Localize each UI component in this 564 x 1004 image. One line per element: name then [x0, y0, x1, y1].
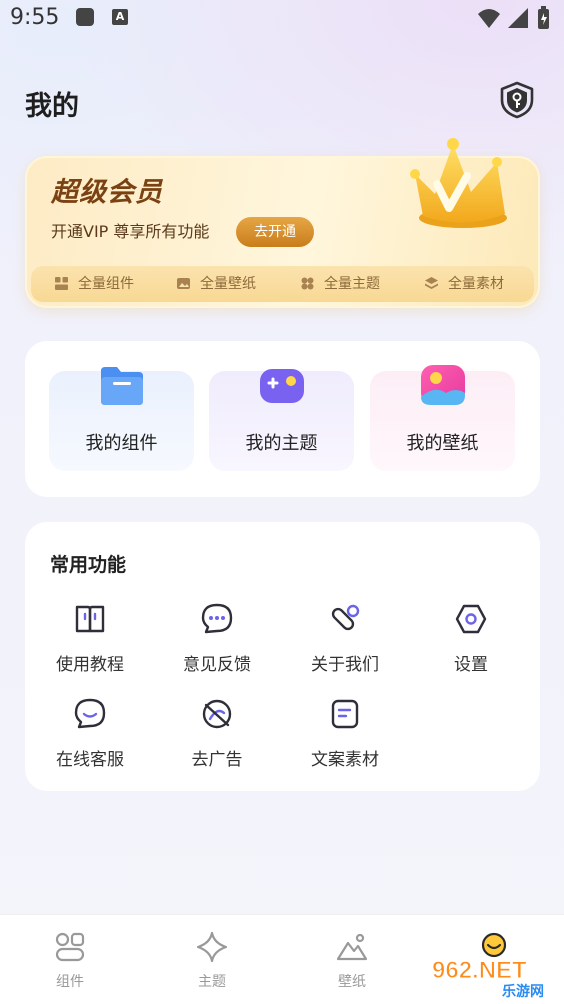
- feedback-label: 意见反馈: [183, 655, 251, 675]
- vip-title: 超级会员: [51, 177, 163, 208]
- section-title: 常用功能: [50, 554, 127, 576]
- settings-hexagon-icon: [455, 604, 487, 634]
- feature-label: 全量主题: [324, 276, 380, 292]
- clover-icon: [301, 277, 314, 290]
- online-support-label: 在线客服: [56, 750, 124, 770]
- nav-widgets[interactable]: 组件: [30, 931, 110, 991]
- tutorial-label: 使用教程: [56, 655, 124, 675]
- common-functions-card: 常用功能 使用教程 意见反馈 关于我们 设置 在线客服 去广告 文案素材: [25, 522, 540, 791]
- crown-icon: [410, 138, 507, 228]
- no-ads-icon: [202, 699, 232, 729]
- image-icon: [177, 278, 190, 289]
- layers-icon: [425, 277, 438, 289]
- signal-icon: [508, 8, 528, 28]
- about-us-label: 关于我们: [311, 655, 379, 675]
- copywriting-button[interactable]: 文案素材: [295, 697, 395, 770]
- vip-feature-bar: 全量组件 全量壁纸 全量主题 全量素材: [31, 266, 534, 302]
- book-icon: [75, 605, 105, 633]
- watermark-sub: 乐游网: [502, 983, 544, 1000]
- feedback-button[interactable]: 意见反馈: [167, 602, 267, 675]
- remove-ads-button[interactable]: 去广告: [167, 697, 267, 770]
- my-themes-label: 我的主题: [245, 433, 318, 454]
- sparkle-nav-icon: [196, 931, 228, 963]
- feature-label: 全量壁纸: [200, 276, 256, 292]
- widgets-nav-icon: [55, 932, 85, 962]
- smile-bubble-icon: [74, 698, 106, 729]
- online-support-button[interactable]: 在线客服: [40, 697, 140, 770]
- my-widgets-label: 我的组件: [85, 433, 158, 454]
- vip-subtitle: 开通VIP 尊享所有功能: [51, 222, 210, 241]
- vip-card[interactable]: 超级会员 开通VIP 尊享所有功能 去开通 全量组件 全量壁纸 全量主题 全量素…: [25, 138, 540, 308]
- feature-label: 全量组件: [78, 276, 134, 292]
- status-bar: 9:55 A: [0, 0, 564, 38]
- mountain-nav-icon: [336, 933, 368, 961]
- system-status-icons: [478, 6, 549, 29]
- page-title: 我的: [25, 91, 79, 122]
- link-icon: [331, 604, 360, 631]
- document-icon: [331, 699, 359, 729]
- nav-label: 组件: [56, 974, 84, 990]
- watermark-text: 962.NET: [432, 957, 527, 984]
- feature-widgets: 全量组件: [55, 266, 134, 302]
- wallpaper-icon: [420, 365, 465, 405]
- gamepad-icon: [259, 369, 304, 403]
- copywriting-label: 文案素材: [311, 750, 379, 770]
- chat-bubble-icon: [201, 603, 233, 634]
- settings-label: 设置: [454, 655, 488, 675]
- my-items-card: 我的组件 我的主题 我的壁纸: [25, 341, 540, 497]
- keyboard-icon: A: [112, 9, 128, 25]
- privacy-shield-icon[interactable]: [497, 80, 537, 120]
- wifi-icon: [478, 9, 500, 28]
- my-themes-button[interactable]: 我的主题: [209, 369, 354, 471]
- feature-label: 全量素材: [448, 276, 504, 292]
- nav-wallpapers[interactable]: 壁纸: [312, 931, 392, 991]
- my-wallpapers-label: 我的壁纸: [406, 433, 479, 454]
- feature-wallpapers: 全量壁纸: [177, 266, 256, 302]
- folder-icon: [100, 367, 143, 405]
- widgets-icon: [55, 277, 68, 290]
- tutorial-button[interactable]: 使用教程: [40, 602, 140, 675]
- feature-themes: 全量主题: [301, 266, 380, 302]
- about-us-button[interactable]: 关于我们: [295, 602, 395, 675]
- site-watermark: 962.NET 乐游网: [432, 957, 545, 1001]
- open-vip-button[interactable]: 去开通: [236, 217, 314, 247]
- nav-label: 主题: [198, 974, 226, 990]
- status-time: 9:55: [10, 5, 60, 30]
- my-wallpapers-button[interactable]: 我的壁纸: [370, 365, 515, 471]
- notification-icon: [76, 8, 94, 26]
- settings-button[interactable]: 设置: [421, 602, 521, 675]
- remove-ads-label: 去广告: [191, 750, 243, 770]
- feature-materials: 全量素材: [425, 266, 504, 302]
- nav-label: 壁纸: [338, 974, 366, 990]
- my-widgets-button[interactable]: 我的组件: [49, 367, 194, 471]
- nav-themes[interactable]: 主题: [172, 931, 252, 991]
